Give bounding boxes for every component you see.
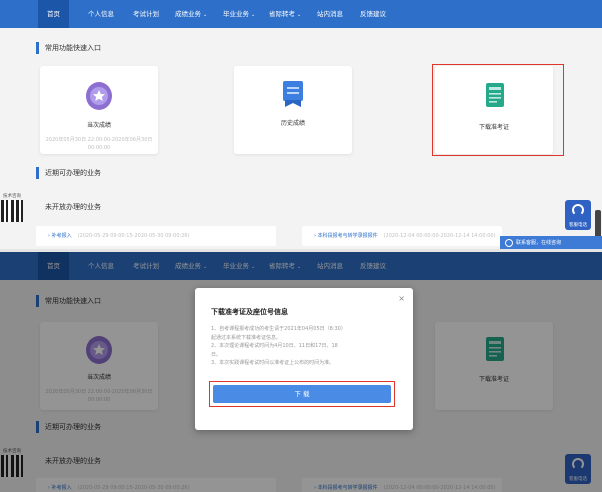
nav-transfer[interactable]: 省际转考 ⌄: [265, 0, 305, 28]
section-not-open: 未开放办理的业务: [45, 203, 101, 211]
nav-exam-plan[interactable]: 考试计划: [129, 0, 163, 28]
customer-service-button[interactable]: 客服电话: [565, 200, 591, 230]
nav-feedback[interactable]: 反馈建议: [356, 0, 390, 28]
highlight-box: [209, 381, 395, 407]
close-icon[interactable]: ×: [398, 294, 405, 303]
card-current-score-label: 当次成绩: [86, 122, 111, 129]
nav-graduation-business[interactable]: 毕业业务 ⌄: [219, 0, 259, 28]
chat-icon: [505, 239, 513, 247]
nav-score-business[interactable]: 成绩业务 ⌄: [171, 0, 211, 28]
section-quick-entry: 常用功能快速入口: [36, 42, 101, 54]
chevron-down-icon: ⌄: [203, 12, 208, 18]
headset-icon: [572, 204, 584, 216]
chevron-down-icon: ⌄: [297, 12, 302, 18]
todo-item-right[interactable]: › 本科段报考与转学录报报件 (2020-12-04 00:00:00-2020-…: [302, 226, 502, 246]
nav-messages[interactable]: 站内消息: [313, 0, 347, 28]
nav-home[interactable]: 首页: [38, 0, 69, 28]
modal-title: 下载准考证及座位号信息: [211, 308, 288, 316]
card-current-score[interactable]: 当次成绩 2020年05月30日 22:00:00-2020年06月30日 00…: [40, 66, 158, 154]
ribbon-icon: [283, 81, 303, 107]
section-recent: 近期可办理的业务: [36, 167, 101, 179]
card-history-score[interactable]: 历史成绩: [234, 66, 352, 154]
modal-body: 1、自考课程报考成功的考生请于2021年04月05日（8:30） 起通过本系统下…: [211, 326, 346, 366]
medal-icon: [86, 82, 112, 110]
highlight-box: [432, 64, 564, 156]
chevron-down-icon: ⌄: [251, 12, 256, 18]
qr-consult[interactable]: 技术咨询: [0, 193, 24, 222]
qr-code: [1, 200, 23, 222]
download-admission-modal: 下载准考证及座位号信息 × 1、自考课程报考成功的考生请于2021年04月05日…: [195, 288, 413, 430]
card-history-score-label: 历史成绩: [280, 120, 305, 127]
chevron-right-icon: ›: [48, 233, 50, 239]
card-current-score-period: 2020年05月30日 22:00:00-2020年06月30日 00:00:0…: [45, 137, 153, 151]
nav-personal-info[interactable]: 个人信息: [84, 0, 118, 28]
chevron-right-icon: ›: [314, 233, 316, 239]
online-chat-bar[interactable]: 联系客服，在线咨询: [500, 236, 602, 250]
top-screenshot: 首页 个人信息 考试计划 成绩业务 ⌄ 毕业业务 ⌄ 省际转考 ⌄ 站内消息 反馈建议…: [0, 0, 602, 250]
top-navbar: 首页 个人信息 考试计划 成绩业务 ⌄ 毕业业务 ⌄ 省际转考 ⌄ 站内消息 反馈建议: [0, 0, 602, 28]
todo-item-left[interactable]: › 补考报入 (2020-05-29 09:00:15-2020-05-30 09…: [36, 226, 276, 246]
